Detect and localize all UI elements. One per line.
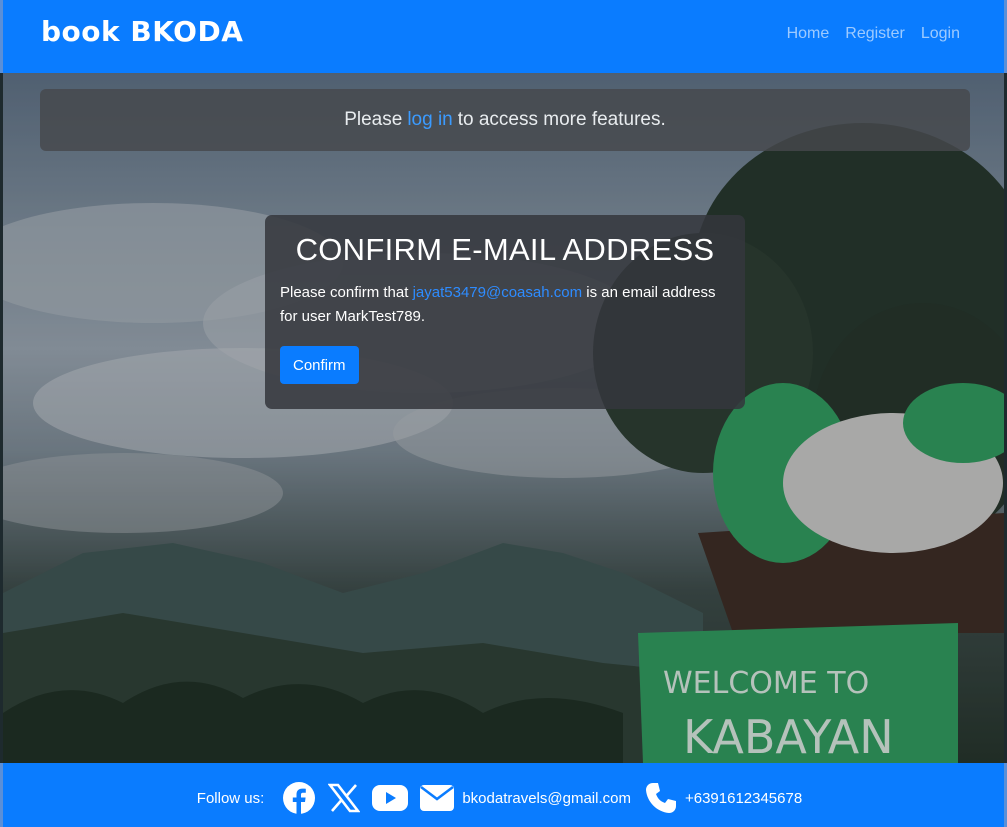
- footer: Follow us: bkodatravels@gmail.com +63916…: [0, 763, 1007, 827]
- login-alert: Please log in to access more features.: [40, 89, 970, 151]
- footer-phone[interactable]: +6391612345678: [685, 790, 802, 807]
- envelope-icon[interactable]: [420, 785, 455, 811]
- youtube-icon[interactable]: [372, 785, 409, 811]
- confirm-button[interactable]: Confirm: [280, 346, 359, 384]
- facebook-icon[interactable]: [282, 781, 316, 815]
- alert-suffix: to access more features.: [457, 109, 666, 130]
- message-before: Please confirm that: [280, 284, 409, 301]
- confirm-email-card: CONFIRM E-MAIL ADDRESS Please confirm th…: [265, 215, 745, 409]
- footer-email[interactable]: bkodatravels@gmail.com: [462, 790, 631, 807]
- background-image: WELCOME TO KABAYAN: [3, 73, 1004, 763]
- alert-prefix: Please: [344, 109, 403, 130]
- nav-register-link[interactable]: Register: [845, 25, 905, 43]
- card-message: Please confirm that jayat53479@coasah.co…: [280, 281, 730, 329]
- card-title: CONFIRM E-MAIL ADDRESS: [295, 232, 715, 267]
- email-link[interactable]: jayat53479@coasah.com: [413, 284, 583, 301]
- navbar: book BKODA Home Register Login: [0, 0, 1007, 73]
- alert-login-link[interactable]: log in: [407, 109, 452, 131]
- follow-label: Follow us:: [196, 789, 265, 807]
- background-overlay: [3, 73, 1004, 763]
- nav-login-link[interactable]: Login: [921, 25, 960, 43]
- nav-home-link[interactable]: Home: [787, 25, 830, 43]
- brand-logo[interactable]: book BKODA: [41, 15, 243, 48]
- phone-icon[interactable]: [645, 782, 677, 814]
- x-icon[interactable]: [328, 783, 361, 813]
- nav-links: Home Register Login: [787, 25, 960, 43]
